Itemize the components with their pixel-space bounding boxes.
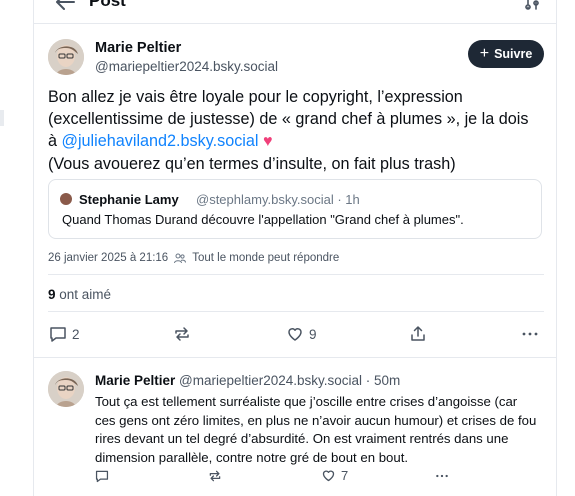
reply-like-button[interactable]: 7 <box>321 468 348 483</box>
reply-more-options-button[interactable] <box>434 469 450 483</box>
author-avatar[interactable] <box>48 39 84 75</box>
repost-icon <box>209 470 221 482</box>
avatar-photo-icon <box>48 39 84 75</box>
reply-author-name[interactable]: Marie Peltier <box>95 373 175 388</box>
like-button[interactable]: 9 <box>286 325 317 343</box>
divider <box>34 357 556 358</box>
more-options-button[interactable] <box>521 325 539 343</box>
comment-icon <box>50 327 66 342</box>
avatar-photo-icon <box>48 371 84 407</box>
like-count: 9 <box>309 326 317 342</box>
author-name[interactable]: Marie Peltier <box>95 40 181 56</box>
post-text-part2: (Vous avouerez qu’en termes d’insulte, o… <box>48 155 456 173</box>
sort-options-icon[interactable] <box>524 0 542 12</box>
post-thread-column: Post Marie Peltier @mariepeltier2024.bsk… <box>33 0 557 496</box>
likes-count: 9 <box>48 287 56 302</box>
divider <box>48 311 544 312</box>
ellipsis-icon <box>522 332 538 336</box>
follow-label: Suivre <box>494 47 533 61</box>
author-handle[interactable]: @mariepeltier2024.bsky.social <box>95 59 278 74</box>
heart-emoji-icon: ♥ <box>263 133 273 150</box>
reply-button[interactable]: 2 <box>49 325 80 343</box>
quoted-author-avatar <box>60 193 72 205</box>
background-panel-edge <box>0 110 4 126</box>
likes-label: ont aimé <box>59 287 112 302</box>
reply-repost-button[interactable] <box>208 469 222 483</box>
quoted-post-card[interactable]: Stephanie Lamy @stephlamy.bsky.social · … <box>48 179 542 239</box>
post-meta: 26 janvier 2025 à 21:16 Tout le monde pe… <box>48 252 339 264</box>
comment-icon <box>95 470 109 483</box>
reply-author-handle[interactable]: @mariepeltier2024.bsky.social · 50m <box>179 373 400 388</box>
reply-reply-button[interactable] <box>95 469 109 483</box>
thread-header: Post <box>34 0 556 24</box>
reply-author-avatar[interactable] <box>48 371 84 407</box>
likes-summary[interactable]: 9 ont aimé <box>48 287 111 302</box>
reply-permission: Tout le monde peut répondre <box>192 252 340 264</box>
reply-like-count: 7 <box>341 468 349 483</box>
share-button[interactable] <box>409 325 427 343</box>
mention-link[interactable]: @juliehaviland2.bsky.social <box>62 132 259 150</box>
heart-icon <box>288 328 302 341</box>
ellipsis-icon <box>436 474 448 478</box>
post-timestamp: 26 janvier 2025 à 21:16 <box>48 252 169 264</box>
reply-settings-icon <box>174 253 187 264</box>
follow-button[interactable]: + Suivre <box>468 40 544 68</box>
quoted-author-name: Stephanie Lamy <box>79 192 179 207</box>
back-arrow-icon[interactable] <box>54 0 76 12</box>
reply-count: 2 <box>72 326 80 342</box>
post-text: Bon allez je vais être loyale pour le co… <box>48 86 538 175</box>
repost-icon <box>175 327 189 341</box>
repost-button[interactable] <box>173 325 191 343</box>
page-title: Post <box>89 0 126 10</box>
quoted-author-handle: @stephlamy.bsky.social · 1h <box>196 192 360 207</box>
divider <box>48 274 544 275</box>
reply-text: Tout ça est tellement surréaliste que j’… <box>95 394 537 465</box>
quoted-post-text: Quand Thomas Durand découvre l'appellati… <box>62 212 464 227</box>
plus-icon: + <box>479 45 490 62</box>
share-icon <box>411 326 425 341</box>
heart-icon <box>322 470 335 482</box>
